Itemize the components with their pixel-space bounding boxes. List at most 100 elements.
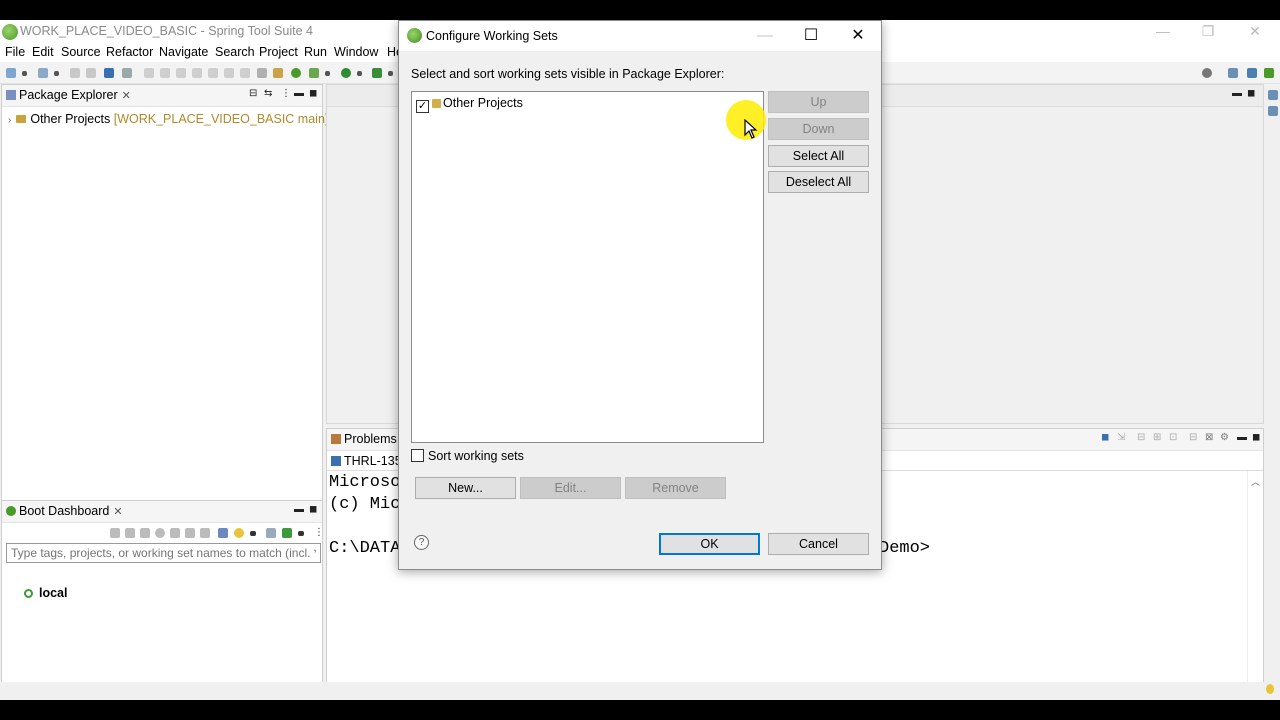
menu-navigate[interactable]: Navigate: [159, 45, 208, 59]
restore-icon[interactable]: ❐: [1193, 22, 1223, 40]
menu-file[interactable]: File: [5, 45, 25, 59]
new-console-icon[interactable]: ⊟: [1189, 432, 1197, 443]
tab-problems[interactable]: Problems: [331, 432, 397, 446]
help-icon[interactable]: ?: [414, 535, 429, 550]
spring-perspective-icon[interactable]: [1264, 68, 1274, 78]
external-tools-icon[interactable]: [372, 68, 382, 78]
maximize-view-icon[interactable]: ◼: [309, 88, 317, 99]
use-step-filters-icon[interactable]: [257, 68, 267, 78]
view-menu-icon[interactable]: ⋮: [281, 88, 291, 99]
maximize-view-icon[interactable]: ◼: [1252, 432, 1260, 443]
sort-working-sets-checkbox[interactable]: [411, 449, 424, 462]
ok-button[interactable]: OK: [659, 533, 760, 555]
minimize-view-icon[interactable]: ▬: [1237, 432, 1247, 443]
resume-icon[interactable]: [144, 68, 154, 78]
suspend-icon[interactable]: [160, 68, 170, 78]
open-console-icon[interactable]: ⊠: [1205, 432, 1213, 443]
list-item[interactable]: ✓ Other Projects: [416, 96, 523, 113]
debug-run-icon[interactable]: [309, 68, 319, 78]
run-icon[interactable]: [341, 68, 351, 78]
search-icon[interactable]: [1202, 68, 1212, 78]
task-list-icon[interactable]: [1268, 106, 1278, 116]
step-over-icon[interactable]: [224, 68, 234, 78]
minimize-view-icon[interactable]: ▬: [1232, 88, 1242, 99]
step-into-icon[interactable]: [208, 68, 218, 78]
menu-run[interactable]: Run: [304, 45, 327, 59]
close-icon[interactable]: ✕: [1240, 22, 1270, 40]
minimize-view-icon[interactable]: ▬: [294, 504, 304, 515]
collapse-all-icon[interactable]: ⊟: [249, 88, 257, 99]
select-all-button[interactable]: Select All: [768, 145, 869, 167]
tab-terminal[interactable]: THRL-135(: [331, 454, 406, 468]
properties-icon[interactable]: [218, 528, 228, 538]
menu-window[interactable]: Window: [334, 45, 378, 59]
start-icon[interactable]: [110, 528, 120, 538]
up-button[interactable]: Up: [768, 91, 869, 113]
terminal-icon[interactable]: [104, 68, 114, 78]
word-wrap-icon[interactable]: ⊡: [1169, 432, 1177, 443]
minimize-icon[interactable]: —: [1148, 22, 1178, 40]
stop-icon[interactable]: [140, 528, 150, 538]
maximize-view-icon[interactable]: ◼: [1247, 88, 1255, 99]
outline-icon[interactable]: [1268, 90, 1278, 100]
debug-restart-icon[interactable]: [125, 528, 135, 538]
menu-source[interactable]: Source: [61, 45, 101, 59]
close-tab-icon[interactable]: ✕: [113, 506, 122, 518]
new-working-set-button[interactable]: New...: [415, 477, 516, 499]
terminate-icon[interactable]: [176, 68, 186, 78]
console-display-icon[interactable]: ◼: [1101, 432, 1109, 443]
console-scrollbar[interactable]: ︿ ﹀: [1247, 471, 1263, 700]
clear-console-icon[interactable]: ⊟: [1137, 432, 1145, 443]
dropdown-arrow-icon[interactable]: [388, 71, 393, 76]
dropdown-arrow-icon[interactable]: [54, 71, 59, 76]
save-all-icon[interactable]: [70, 68, 80, 78]
chevron-right-icon[interactable]: ›: [8, 115, 11, 126]
dropdown-arrow-icon[interactable]: [250, 531, 256, 536]
add-icon[interactable]: [282, 528, 292, 538]
print-icon[interactable]: [86, 68, 96, 78]
new-icon[interactable]: [6, 68, 16, 78]
edit-working-set-button[interactable]: Edit...: [520, 477, 621, 499]
maximize-icon[interactable]: ☐: [797, 26, 825, 46]
working-set-checkbox[interactable]: ✓: [416, 100, 429, 113]
dropdown-arrow-icon[interactable]: [298, 531, 304, 536]
deselect-all-button[interactable]: Deselect All: [768, 171, 869, 193]
dropdown-arrow-icon[interactable]: [22, 71, 27, 76]
scroll-lock-icon[interactable]: ⊞: [1153, 432, 1161, 443]
view-menu-icon[interactable]: ⋮: [314, 527, 324, 538]
tab-package-explorer[interactable]: Package Explorer ✕: [6, 88, 131, 102]
filter-icon[interactable]: [266, 528, 276, 538]
edit-icon[interactable]: [200, 528, 210, 538]
open-perspective-icon[interactable]: [1228, 68, 1238, 78]
console-icon[interactable]: [170, 528, 180, 538]
disconnect-icon[interactable]: [192, 68, 202, 78]
cancel-button[interactable]: Cancel: [768, 533, 869, 555]
dropdown-arrow-icon[interactable]: [325, 71, 330, 76]
sort-working-sets-row[interactable]: Sort working sets: [411, 449, 524, 463]
remove-working-set-button[interactable]: Remove: [625, 477, 726, 499]
down-button[interactable]: Down: [768, 118, 869, 140]
link-with-editor-icon[interactable]: ⇆: [264, 88, 272, 99]
dropdown-arrow-icon[interactable]: [357, 71, 362, 76]
list-item-local[interactable]: local: [24, 586, 68, 600]
tab-boot-dashboard[interactable]: Boot Dashboard ✕: [6, 504, 123, 518]
close-icon[interactable]: ✕: [844, 26, 872, 46]
minimize-icon[interactable]: —: [751, 26, 779, 46]
java-perspective-icon[interactable]: [1247, 68, 1257, 78]
menu-search[interactable]: Search: [215, 45, 255, 59]
browser-icon[interactable]: [155, 528, 165, 538]
lightbulb-icon[interactable]: [1266, 684, 1274, 694]
skip-breakpoints-icon[interactable]: [122, 68, 132, 78]
link-icon[interactable]: [185, 528, 195, 538]
boot-dashboard-icon[interactable]: [291, 68, 301, 78]
save-icon[interactable]: [38, 68, 48, 78]
step-return-icon[interactable]: [240, 68, 250, 78]
close-tab-icon[interactable]: ✕: [122, 90, 131, 102]
debug-icon[interactable]: [273, 68, 283, 78]
maximize-view-icon[interactable]: ◼: [309, 504, 317, 515]
menu-refactor[interactable]: Refactor: [106, 45, 153, 59]
minimize-view-icon[interactable]: ▬: [294, 88, 304, 99]
chevron-up-icon[interactable]: ︿: [1251, 475, 1260, 488]
boot-dashboard-filter-input[interactable]: [6, 543, 321, 563]
terminal-settings-icon[interactable]: ⚙: [1220, 432, 1229, 443]
